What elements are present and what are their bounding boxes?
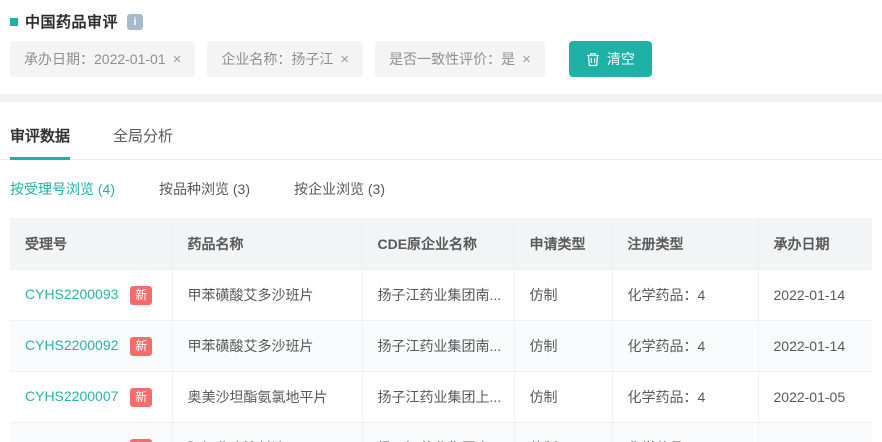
info-icon[interactable]: i (127, 13, 144, 30)
tab-global-analysis[interactable]: 全局分析 (113, 115, 173, 159)
filter-row: 承办日期：2022-01-01 × 企业名称：扬子江 × 是否一致性评价：是 ×… (10, 41, 872, 77)
subtab-by-company[interactable]: 按企业浏览 (3) (294, 179, 385, 199)
company-cell: 扬子江药业集团南... (361, 320, 514, 372)
review-table-wrap: 受理号 药品名称 CDE原企业名称 申请类型 注册类型 承办日期 CYHS220… (10, 218, 872, 442)
drug-name-cell: 甲苯磺酸艾多沙班片 (171, 320, 362, 372)
date-cell: 2022-01-05 (757, 371, 872, 423)
trash-icon (586, 52, 599, 66)
filter-chip-company-remove-icon[interactable]: × (340, 52, 349, 67)
receipt-number-link[interactable]: CYHS2200092 (25, 337, 118, 353)
company-cell: 扬子江药业集团上... (361, 371, 514, 423)
date-cell: 2022-01-14 (757, 269, 872, 321)
table-row: CYHS2102359 新 阿加曲班注射液 扬子江药业集团广... 仿制 化学药… (10, 422, 872, 442)
filter-chip-company: 企业名称：扬子江 × (207, 41, 364, 77)
drug-name-cell: 甲苯磺酸艾多沙班片 (171, 269, 362, 321)
review-table: 受理号 药品名称 CDE原企业名称 申请类型 注册类型 承办日期 CYHS220… (10, 218, 872, 442)
company-cell: 扬子江药业集团广... (361, 422, 514, 442)
col-header-date: 承办日期 (757, 218, 872, 270)
reg-type-cell: 化学药品：4 (611, 422, 758, 442)
apply-type-cell: 仿制 (513, 320, 612, 372)
apply-type-cell: 仿制 (513, 269, 612, 321)
filter-chip-consistency-remove-icon[interactable]: × (522, 52, 531, 67)
company-cell: 扬子江药业集团南... (361, 269, 514, 321)
col-header-cde-company: CDE原企业名称 (361, 218, 514, 270)
table-row: CYHS2200093 新 甲苯磺酸艾多沙班片 扬子江药业集团南... 仿制 化… (10, 269, 872, 321)
table-row: CYHS2200092 新 甲苯磺酸艾多沙班片 扬子江药业集团南... 仿制 化… (10, 320, 872, 372)
section-divider (0, 94, 882, 102)
filter-chip-date-remove-icon[interactable]: × (173, 52, 182, 67)
col-header-reg-type: 注册类型 (611, 218, 758, 270)
filter-chip-consistency: 是否一致性评价：是 × (375, 41, 545, 77)
receipt-number-link[interactable]: CYHS2200093 (25, 286, 118, 302)
filter-chip-date: 承办日期：2022-01-01 × (10, 41, 196, 77)
filter-chip-company-text: 企业名称：扬子江 (221, 51, 334, 67)
new-badge: 新 (130, 285, 153, 305)
subtab-by-variety[interactable]: 按品种浏览 (3) (159, 179, 250, 199)
reg-type-cell: 化学药品：4 (611, 269, 758, 321)
new-badge: 新 (130, 336, 153, 356)
reg-type-cell: 化学药品：4 (611, 371, 758, 423)
drug-name-cell: 奥美沙坦酯氨氯地平片 (171, 371, 362, 423)
apply-type-cell: 仿制 (513, 371, 612, 423)
apply-type-cell: 仿制 (513, 422, 612, 442)
filter-chip-consistency-text: 是否一致性评价：是 (389, 51, 516, 67)
subtab-by-receipt-number[interactable]: 按受理号浏览 (4) (10, 179, 115, 199)
table-row: CYHS2200007 新 奥美沙坦酯氨氯地平片 扬子江药业集团上... 仿制 … (10, 371, 872, 423)
page-title: 中国药品审评 (25, 14, 119, 31)
col-header-drug-name: 药品名称 (171, 218, 362, 270)
col-header-receipt-number: 受理号 (10, 218, 172, 270)
page-header: 中国药品审评 i (0, 0, 882, 32)
clear-button-label: 清空 (606, 51, 635, 67)
date-cell: 2022-01-14 (757, 320, 872, 372)
tab-review-data[interactable]: 审评数据 (10, 115, 71, 160)
title-bullet-icon (10, 17, 18, 26)
filter-chip-date-text: 承办日期：2022-01-01 (24, 51, 166, 67)
clear-filters-button[interactable]: 清空 (568, 41, 652, 77)
col-header-apply-type: 申请类型 (513, 218, 612, 270)
reg-type-cell: 化学药品：4 (611, 320, 758, 372)
new-badge: 新 (130, 438, 153, 442)
receipt-number-link[interactable]: CYHS2200007 (25, 388, 118, 404)
new-badge: 新 (130, 387, 153, 407)
drug-name-cell: 阿加曲班注射液 (171, 422, 362, 442)
table-header-row: 受理号 药品名称 CDE原企业名称 申请类型 注册类型 承办日期 (10, 218, 872, 270)
main-tabs: 审评数据 全局分析 (0, 115, 882, 160)
date-cell: 2022-01-04 (757, 422, 872, 442)
sub-tabs: 按受理号浏览 (4) 按品种浏览 (3) 按企业浏览 (3) (0, 179, 882, 199)
receipt-number-link[interactable]: CYHS2102359 (25, 439, 118, 442)
